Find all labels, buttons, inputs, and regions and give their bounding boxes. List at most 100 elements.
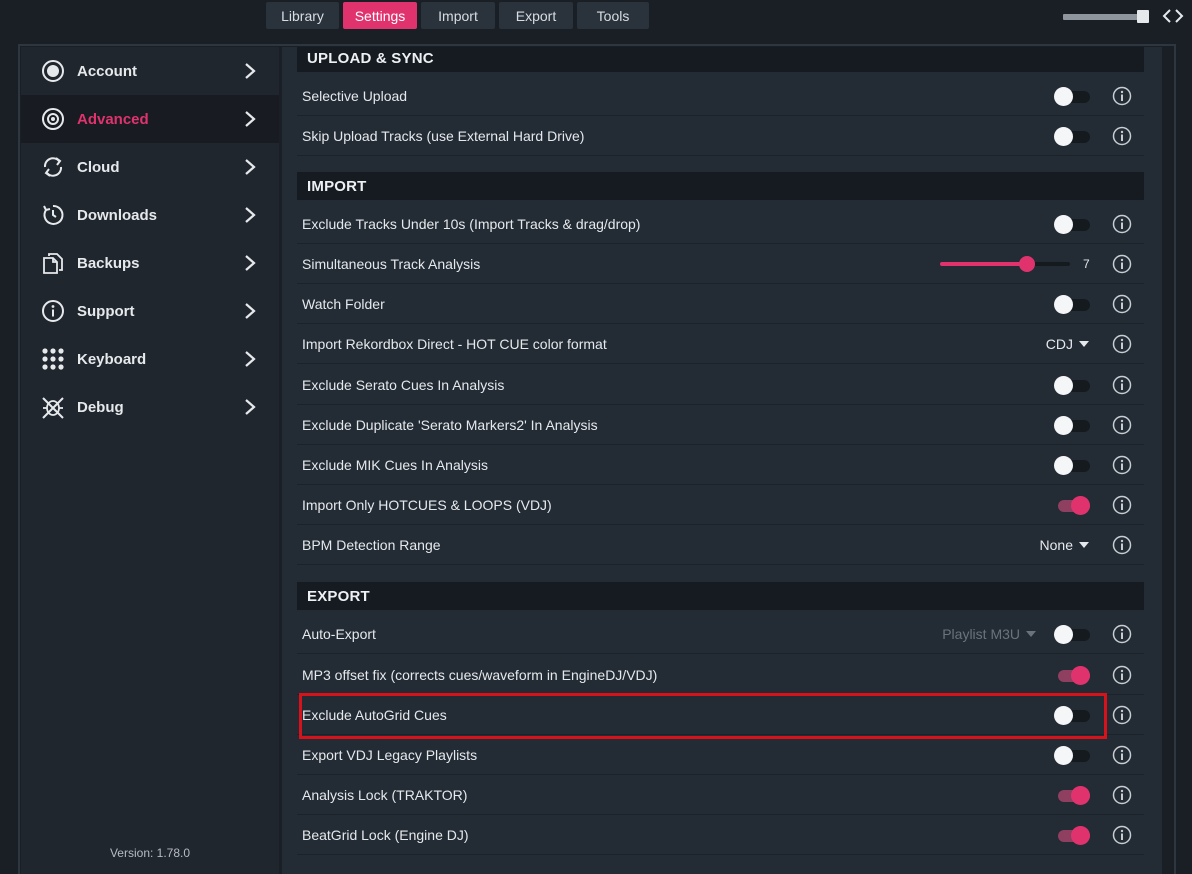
setting-label: Analysis Lock (TRAKTOR): [302, 786, 468, 803]
info-icon[interactable]: [1112, 745, 1132, 765]
settings-scrollbar[interactable]: [1162, 340, 1166, 874]
sidebar-item-label: Account: [77, 62, 137, 80]
setting-row-selective-upload: Selective Upload: [297, 76, 1144, 116]
beatgrid-lock-engine-toggle[interactable]: [1054, 825, 1090, 845]
auto-export-toggle[interactable]: [1054, 624, 1090, 644]
exclude-serato-markers2-toggle[interactable]: [1054, 415, 1090, 435]
setting-label: Exclude Duplicate 'Serato Markers2' In A…: [302, 416, 598, 433]
setting-row-skip-upload-tracks: Skip Upload Tracks (use External Hard Dr…: [297, 116, 1144, 156]
cloud-sync-icon: [43, 157, 63, 177]
tab-library[interactable]: Library: [266, 2, 339, 29]
info-icon[interactable]: [1112, 825, 1132, 845]
chevron-right-icon: [245, 207, 256, 223]
main-tabs: Library Settings Import Export Tools: [266, 2, 649, 29]
zoom-slider-thumb[interactable]: [1137, 10, 1149, 23]
sidebar-item-downloads[interactable]: Downloads: [21, 191, 279, 239]
info-icon[interactable]: [1112, 86, 1132, 106]
slider-value: 7: [1083, 256, 1090, 271]
watch-folder-toggle[interactable]: [1054, 294, 1090, 314]
chevron-right-icon: [245, 159, 256, 175]
sidebar-item-advanced[interactable]: Advanced: [21, 95, 279, 143]
bpm-detection-range-dropdown[interactable]: None: [1040, 537, 1089, 553]
chevron-right-icon: [245, 63, 256, 79]
info-icon[interactable]: [1112, 334, 1132, 354]
settings-panel[interactable]: UPLOAD & SYNC Selective Upload Skip Uplo…: [282, 47, 1162, 874]
sidebar-item-support[interactable]: Support: [21, 287, 279, 335]
setting-label: Skip Upload Tracks (use External Hard Dr…: [302, 127, 585, 144]
info-icon[interactable]: [1112, 495, 1132, 515]
setting-label: Simultaneous Track Analysis: [302, 255, 481, 272]
info-icon[interactable]: [1112, 214, 1132, 234]
tab-settings[interactable]: Settings: [343, 2, 417, 29]
code-toggle-icon[interactable]: [1162, 6, 1184, 26]
info-icon[interactable]: [1112, 254, 1132, 274]
setting-label: Exclude MIK Cues In Analysis: [302, 456, 488, 473]
setting-label: Auto-Export: [302, 625, 376, 642]
keyboard-icon: [42, 348, 64, 370]
section-header-import: IMPORT: [297, 172, 1144, 200]
info-icon[interactable]: [1112, 455, 1132, 475]
setting-label: Exclude AutoGrid Cues: [302, 706, 447, 723]
info-icon[interactable]: [1112, 624, 1132, 644]
tab-export[interactable]: Export: [499, 2, 573, 29]
info-icon[interactable]: [1112, 415, 1132, 435]
sidebar-item-label: Support: [77, 302, 135, 320]
mp3-offset-fix-toggle[interactable]: [1054, 665, 1090, 685]
support-icon: [42, 300, 64, 322]
sidebar-item-label: Keyboard: [77, 350, 147, 368]
sidebar-item-label: Backups: [77, 254, 140, 272]
setting-row-watch-folder: Watch Folder: [297, 284, 1144, 324]
setting-row-exclude-serato-markers2: Exclude Duplicate 'Serato Markers2' In A…: [297, 405, 1144, 445]
skip-upload-tracks-toggle[interactable]: [1054, 126, 1090, 146]
info-icon[interactable]: [1112, 375, 1132, 395]
sidebar-item-label: Cloud: [77, 158, 120, 176]
sidebar-item-keyboard[interactable]: Keyboard: [21, 335, 279, 383]
zoom-slider-track[interactable]: [1063, 14, 1143, 20]
backups-icon: [43, 253, 63, 274]
info-icon[interactable]: [1112, 705, 1132, 725]
selective-upload-toggle[interactable]: [1054, 86, 1090, 106]
export-vdj-legacy-toggle[interactable]: [1054, 745, 1090, 765]
setting-label: Exclude Tracks Under 10s (Import Tracks …: [302, 215, 641, 232]
sidebar-item-backups[interactable]: Backups: [21, 239, 279, 287]
dropdown-value: None: [1039, 536, 1073, 553]
hotcue-color-format-dropdown[interactable]: CDJ: [1046, 336, 1089, 352]
sidebar-item-cloud[interactable]: Cloud: [21, 143, 279, 191]
sidebar-item-account[interactable]: Account: [21, 47, 279, 95]
debug-icon: [42, 397, 64, 419]
setting-label: Import Rekordbox Direct - HOT CUE color …: [302, 335, 607, 352]
info-icon[interactable]: [1112, 535, 1132, 555]
info-icon[interactable]: [1112, 665, 1132, 685]
analysis-lock-traktor-toggle[interactable]: [1054, 785, 1090, 805]
setting-row-bpm-detection-range: BPM Detection Range None: [297, 525, 1144, 565]
chevron-right-icon: [245, 255, 256, 271]
setting-label: Import Only HOTCUES & LOOPS (VDJ): [302, 496, 552, 513]
tab-import[interactable]: Import: [421, 2, 495, 29]
simultaneous-analysis-slider[interactable]: [940, 254, 1070, 274]
slider-thumb[interactable]: [1019, 255, 1035, 272]
advanced-icon: [42, 108, 64, 130]
chevron-right-icon: [245, 111, 256, 127]
top-bar: Library Settings Import Export Tools: [0, 0, 1192, 33]
setting-row-export-vdj-legacy: Export VDJ Legacy Playlists: [297, 735, 1144, 775]
setting-label: BeatGrid Lock (Engine DJ): [302, 826, 469, 843]
setting-row-exclude-mik-cues: Exclude MIK Cues In Analysis: [297, 445, 1144, 485]
info-icon[interactable]: [1112, 785, 1132, 805]
dropdown-value: CDJ: [1045, 335, 1073, 352]
exclude-serato-cues-toggle[interactable]: [1054, 375, 1090, 395]
sidebar-item-debug[interactable]: Debug: [21, 383, 279, 431]
exclude-short-tracks-toggle[interactable]: [1054, 214, 1090, 234]
info-icon[interactable]: [1112, 294, 1132, 314]
import-only-hotcues-toggle[interactable]: [1054, 495, 1090, 515]
info-icon[interactable]: [1112, 126, 1132, 146]
setting-row-auto-export: Auto-Export Playlist M3U: [297, 614, 1144, 654]
setting-row-exclude-serato-cues: Exclude Serato Cues In Analysis: [297, 365, 1144, 405]
auto-export-format-dropdown[interactable]: Playlist M3U: [942, 626, 1036, 642]
dropdown-value: Playlist M3U: [942, 625, 1020, 642]
exclude-mik-cues-toggle[interactable]: [1054, 455, 1090, 475]
chevron-right-icon: [245, 303, 256, 319]
exclude-autogrid-cues-toggle[interactable]: [1054, 705, 1090, 725]
sidebar-item-label: Advanced: [77, 110, 149, 128]
downloads-icon: [43, 204, 64, 225]
tab-tools[interactable]: Tools: [577, 2, 649, 29]
